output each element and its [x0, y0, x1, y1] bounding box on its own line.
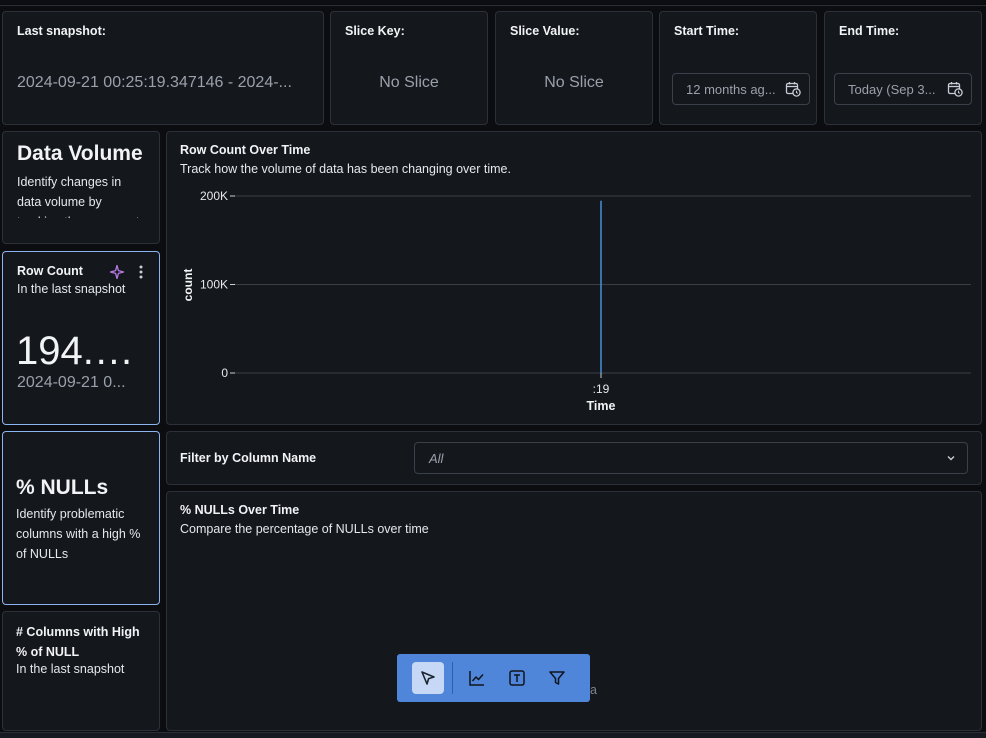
- end-time-card: End Time: Today (Sep 3...: [824, 11, 982, 125]
- kebab-menu-icon[interactable]: [135, 264, 147, 280]
- y-tick-label: 100K: [200, 278, 228, 292]
- top-divider: [0, 0, 986, 6]
- nulls-chart-subtitle: Compare the percentage of NULLs over tim…: [180, 522, 429, 536]
- row-count-card[interactable]: Row Count In the last snapshot 194.7... …: [2, 251, 160, 425]
- stray-text: a: [590, 683, 597, 697]
- filter-card: Filter by Column Name All: [166, 431, 982, 485]
- y-tick-label: 200K: [200, 189, 228, 203]
- toolbar-separator: [452, 662, 453, 694]
- text-tool-button[interactable]: [501, 662, 533, 694]
- slice-value-value: No Slice: [544, 74, 604, 91]
- slice-key-value: No Slice: [379, 74, 439, 91]
- calendar-clock-icon: [947, 82, 963, 97]
- sparkle-icon[interactable]: [109, 264, 125, 280]
- start-time-card: Start Time: 12 months ag...: [659, 11, 817, 125]
- x-tick-label: :19: [593, 382, 610, 396]
- chevron-down-icon: [947, 456, 955, 461]
- row-count-chart: 200K 100K 0 count :19 Time: [181, 189, 971, 413]
- line-chart-icon: [469, 671, 484, 686]
- high-null-columns-subtitle: In the last snapshot: [16, 662, 125, 676]
- slice-key-card: Slice Key: No Slice: [330, 11, 488, 125]
- row-count-chart-card: Row Count Over Time Track how the volume…: [166, 131, 982, 425]
- line-chart-tool-button[interactable]: [461, 662, 493, 694]
- nulls-description: Identify problematic columns with a high…: [16, 507, 141, 561]
- y-tick-label: 0: [221, 366, 228, 380]
- slice-value-card: Slice Value: No Slice: [495, 11, 653, 125]
- column-name-select-value: All: [429, 450, 444, 466]
- y-axis-label: count: [181, 269, 195, 302]
- start-time-label: Start Time:: [674, 24, 740, 38]
- row-count-value: 194.7...: [16, 329, 144, 373]
- slice-key-label: Slice Key:: [345, 24, 405, 38]
- bottom-divider: [0, 732, 986, 738]
- nulls-chart-title: % NULLs Over Time: [180, 503, 300, 517]
- start-time-picker[interactable]: 12 months ag...: [672, 73, 810, 105]
- row-count-timestamp: 2024-09-21 0...: [17, 374, 126, 391]
- row-count-subtitle: In the last snapshot: [17, 282, 126, 296]
- high-null-columns-card: # Columns with High % of NULL In the las…: [2, 611, 160, 731]
- calendar-clock-icon: [785, 82, 801, 97]
- end-time-picker[interactable]: Today (Sep 3...: [834, 73, 972, 105]
- floating-toolbar: [397, 654, 590, 702]
- filter-label: Filter by Column Name: [180, 451, 317, 465]
- nulls-title: % NULLs: [16, 476, 109, 499]
- last-snapshot-label: Last snapshot:: [17, 24, 106, 38]
- data-volume-title: Data Volume: [17, 142, 143, 165]
- row-count-title: Row Count: [17, 264, 83, 278]
- end-time-label: End Time:: [839, 24, 900, 38]
- last-snapshot-value: 2024-09-21 00:25:19.347146 - 2024-...: [17, 74, 292, 91]
- text-icon: [509, 670, 525, 686]
- slice-value-label: Slice Value:: [510, 24, 580, 38]
- high-null-columns-title: # Columns with High % of NULL: [16, 625, 140, 659]
- last-snapshot-card: Last snapshot: 2024-09-21 00:25:19.34714…: [2, 11, 324, 125]
- data-volume-card: Data Volume Identify changes in data vol…: [2, 131, 160, 244]
- nulls-card[interactable]: % NULLs Identify problematic columns wit…: [2, 431, 160, 605]
- column-name-select[interactable]: All: [414, 442, 968, 474]
- pointer-icon: [421, 671, 435, 685]
- start-time-value: 12 months ag...: [686, 81, 776, 97]
- end-time-value: Today (Sep 3...: [848, 81, 936, 97]
- x-axis-label: Time: [587, 399, 616, 413]
- filter-tool-button[interactable]: [541, 662, 573, 694]
- filter-icon: [549, 671, 565, 685]
- pointer-tool-button[interactable]: [412, 662, 444, 694]
- data-volume-description: Identify changes in data volume by track…: [17, 175, 139, 218]
